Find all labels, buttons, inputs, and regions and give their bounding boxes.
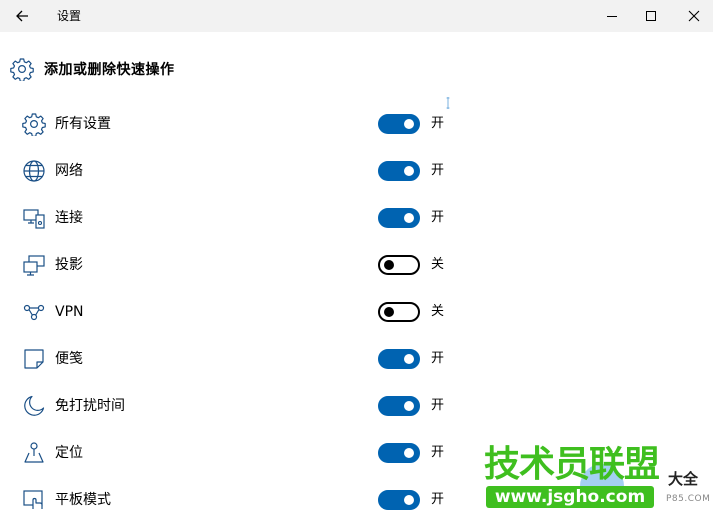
minimize-button[interactable] bbox=[594, 2, 630, 30]
toggle-knob bbox=[404, 166, 414, 176]
watermark-main-text: 技术员联盟 bbox=[484, 444, 660, 485]
toggle-knob bbox=[404, 354, 414, 364]
setting-row-connect: 连接 开 bbox=[0, 202, 470, 234]
maximize-icon bbox=[646, 11, 656, 21]
toggle-knob bbox=[404, 119, 414, 129]
cursor-icon bbox=[446, 97, 450, 109]
toggle-state-text: 开 bbox=[431, 398, 445, 413]
toggle-state-text: 关 bbox=[431, 304, 445, 319]
toggle-vpn[interactable] bbox=[378, 302, 420, 322]
toggle-state-text: 关 bbox=[431, 257, 445, 272]
toggle-all-settings[interactable] bbox=[378, 114, 420, 134]
section-header: 添加或删除快速操作 bbox=[10, 56, 175, 82]
setting-row-location: 定位 开 bbox=[0, 437, 470, 469]
setting-label: 网络 bbox=[55, 163, 83, 179]
toggle-state-text: 开 bbox=[431, 116, 445, 131]
moon-icon bbox=[24, 395, 45, 416]
setting-label: 所有设置 bbox=[55, 116, 111, 132]
setting-label: 便笺 bbox=[55, 351, 83, 367]
tablet-mode-icon bbox=[23, 490, 43, 509]
toggle-knob bbox=[404, 401, 414, 411]
watermark-url: www.jsgho.com bbox=[486, 486, 654, 508]
toggle-note[interactable] bbox=[378, 349, 420, 369]
setting-label: 免打扰时间 bbox=[55, 398, 125, 414]
toggle-state-text: 开 bbox=[431, 351, 445, 366]
toggle-knob bbox=[404, 213, 414, 223]
gear-icon bbox=[10, 58, 34, 81]
toggle-knob bbox=[384, 260, 394, 270]
section-title: 添加或删除快速操作 bbox=[44, 62, 175, 78]
title-bar: 设置 bbox=[0, 0, 713, 32]
globe-icon bbox=[23, 160, 45, 182]
setting-label: 投影 bbox=[55, 257, 83, 273]
minimize-icon bbox=[607, 16, 617, 17]
maximize-button[interactable] bbox=[633, 2, 669, 30]
toggle-tablet-mode[interactable] bbox=[378, 490, 420, 510]
toggle-state-text: 开 bbox=[431, 445, 445, 460]
toggle-knob bbox=[404, 495, 414, 505]
back-button[interactable] bbox=[8, 2, 36, 30]
setting-row-all-settings: 所有设置 开 bbox=[0, 108, 470, 140]
toggle-state-text: 开 bbox=[431, 163, 445, 178]
close-button[interactable] bbox=[676, 2, 712, 30]
toggle-knob bbox=[384, 307, 394, 317]
watermark-side-text: 大全 bbox=[668, 470, 699, 488]
toggle-state-text: 开 bbox=[431, 492, 445, 507]
window-title: 设置 bbox=[57, 9, 82, 23]
location-icon bbox=[24, 442, 44, 463]
toggle-knob bbox=[404, 448, 414, 458]
setting-row-project: 投影 关 bbox=[0, 249, 470, 281]
toggle-quiet-hours[interactable] bbox=[378, 396, 420, 416]
setting-label: 平板模式 bbox=[55, 492, 111, 508]
toggle-location[interactable] bbox=[378, 443, 420, 463]
toggle-connect[interactable] bbox=[378, 208, 420, 228]
watermark-small-text: P85.COM bbox=[666, 494, 711, 504]
vpn-icon bbox=[23, 304, 45, 321]
setting-row-tablet-mode: 平板模式 开 bbox=[0, 484, 470, 516]
setting-label: 连接 bbox=[55, 210, 83, 226]
gear-icon bbox=[22, 113, 46, 136]
setting-label: 定位 bbox=[55, 445, 83, 461]
watermark: 技术员联盟 www.jsgho.com 大全 P85.COM bbox=[484, 444, 713, 512]
note-icon bbox=[24, 349, 44, 369]
setting-row-vpn: VPN 关 bbox=[0, 296, 470, 328]
project-icon bbox=[23, 255, 45, 276]
back-arrow-icon bbox=[16, 10, 28, 22]
close-icon bbox=[688, 10, 700, 22]
setting-row-note: 便笺 开 bbox=[0, 343, 470, 375]
toggle-state-text: 开 bbox=[431, 210, 445, 225]
setting-label: VPN bbox=[55, 304, 84, 320]
toggle-network[interactable] bbox=[378, 161, 420, 181]
setting-row-network: 网络 开 bbox=[0, 155, 470, 187]
toggle-project[interactable] bbox=[378, 255, 420, 275]
connect-icon bbox=[23, 209, 45, 229]
setting-row-quiet-hours: 免打扰时间 开 bbox=[0, 390, 470, 422]
